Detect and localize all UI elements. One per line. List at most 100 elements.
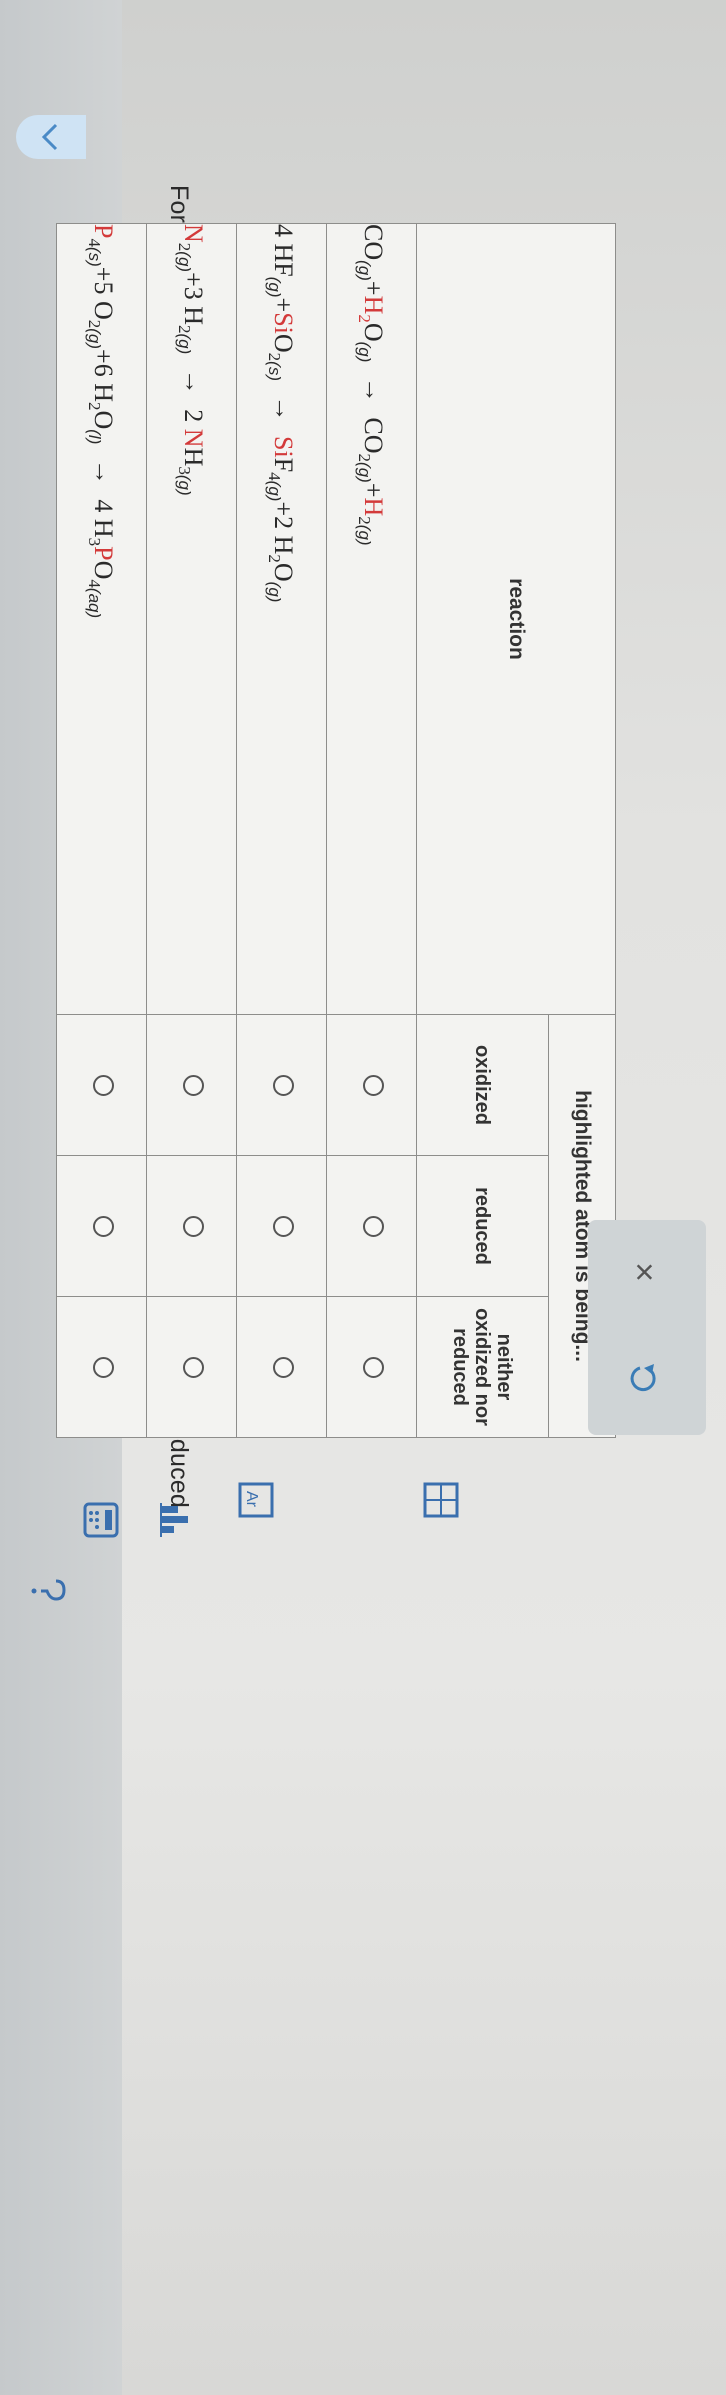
formula: F	[269, 457, 299, 473]
close-icon[interactable]: ×	[625, 1254, 663, 1290]
state: (aq)	[85, 587, 105, 619]
formula: O	[89, 300, 119, 320]
formula: HF	[269, 243, 299, 277]
chevron-down-icon	[41, 123, 58, 151]
state: (g)	[265, 581, 285, 603]
plus: +	[179, 272, 209, 287]
option-cell	[236, 1155, 327, 1297]
subscript: 3	[175, 466, 195, 475]
arrow: →	[359, 376, 389, 403]
arrow: →	[89, 458, 119, 485]
subscript: 2	[355, 453, 375, 463]
highlighted-atom: P	[89, 546, 119, 561]
calculator-icon[interactable]	[81, 1500, 121, 1540]
table-row: N2(g)+3 H2(g) → 2 NH3(g)	[146, 223, 237, 1438]
plus: +	[89, 349, 119, 364]
subscript: 2	[175, 325, 195, 334]
reaction-column-header: reaction	[416, 223, 616, 1015]
reaction-equation-3: N2(g)+3 H2(g) → 2 NH3(g)	[146, 223, 237, 1015]
option-cell	[56, 1155, 147, 1297]
radio-neither-3[interactable]	[183, 1356, 205, 1378]
highlighted-atom: H	[359, 295, 389, 315]
option-cell	[236, 1014, 327, 1156]
option-cell	[326, 1296, 417, 1438]
grid-icon[interactable]	[421, 1480, 461, 1520]
help-icon[interactable]	[21, 1575, 66, 1605]
formula: H	[89, 383, 119, 402]
radio-oxidized-1[interactable]	[363, 1074, 385, 1096]
subscript: 2	[355, 314, 375, 323]
option-cell	[326, 1014, 417, 1156]
highlighted-atom: N	[179, 224, 209, 243]
state: (g)	[355, 260, 375, 281]
coefficient: 4	[89, 499, 119, 513]
state: (s)	[265, 361, 285, 381]
formula: H	[179, 447, 209, 467]
radio-neither-1[interactable]	[363, 1356, 385, 1378]
neither-label-line-2: oxidized nor	[471, 1308, 494, 1426]
reaction-equation-2: 4 HF(g)+SiO2(s) → SiF4(g)+2 H2O(g)	[236, 223, 327, 1015]
highlighted-atom: Si	[269, 436, 299, 458]
formula: H	[269, 535, 299, 555]
coefficient: 2	[269, 516, 299, 530]
coefficient: 5	[89, 281, 119, 295]
state: (s)	[85, 246, 105, 267]
formula: H	[179, 306, 209, 326]
radio-reduced-2[interactable]	[273, 1215, 295, 1237]
subscript: 4	[265, 472, 285, 481]
subscript: 2	[85, 319, 105, 329]
option-cell	[146, 1014, 237, 1156]
state: (g)	[175, 474, 195, 496]
plus: +	[269, 501, 299, 517]
radio-neither-4[interactable]	[93, 1356, 115, 1378]
formula: O	[89, 560, 119, 580]
formula: CO	[359, 417, 389, 454]
radio-reduced-4[interactable]	[93, 1215, 115, 1237]
subscript: 2	[265, 554, 285, 563]
radio-reduced-1[interactable]	[363, 1215, 385, 1237]
coefficient: 6	[89, 363, 119, 377]
state: (g)	[355, 524, 375, 546]
option-cell	[236, 1296, 327, 1438]
radio-neither-2[interactable]	[273, 1356, 295, 1378]
radio-oxidized-3[interactable]	[183, 1074, 205, 1096]
table-row: 4 HF(g)+SiO2(s) → SiF4(g)+2 H2O(g)	[236, 223, 327, 1438]
coefficient: 3	[179, 286, 209, 300]
highlighted-atom: P	[89, 224, 119, 239]
formula: O	[359, 322, 389, 342]
reaction-equation-1: CO(g)+H2O(g) → CO2(g)+H2(g)	[326, 223, 417, 1015]
radio-reduced-3[interactable]	[183, 1215, 205, 1237]
answer-action-bar: ×	[588, 1220, 706, 1435]
formula: H	[89, 518, 119, 538]
oxidized-column-header: oxidized	[416, 1014, 549, 1156]
subscript: 4	[85, 579, 105, 588]
option-cell	[56, 1014, 147, 1156]
undo-icon[interactable]	[626, 1360, 662, 1396]
radio-oxidized-4[interactable]	[93, 1074, 115, 1096]
formula: O	[89, 410, 119, 430]
reaction-table: reaction highlighted atom is being... ox…	[56, 223, 616, 1438]
subscript: 3	[85, 537, 105, 547]
radio-oxidized-2[interactable]	[273, 1074, 295, 1096]
periodic-table-icon[interactable]: Ar	[236, 1480, 276, 1520]
subscript: 2	[355, 516, 375, 525]
highlighted-atom: N	[179, 428, 209, 448]
formula: O	[269, 333, 299, 353]
state: (g)	[175, 333, 195, 355]
state: (g)	[265, 480, 285, 502]
neither-label-line-1: neither	[493, 1333, 516, 1401]
formula: O	[269, 562, 299, 582]
state: (g)	[175, 251, 195, 273]
plus: +	[359, 482, 389, 498]
state: (g)	[85, 328, 105, 350]
table-row: P4(s)+5 O2(g)+6 H2O(l) → 4 H3PO4(aq)	[56, 223, 147, 1438]
collapse-tab[interactable]	[16, 115, 86, 159]
neither-label-line-3: reduced	[449, 1328, 472, 1406]
plus: +	[269, 297, 299, 313]
option-cell	[146, 1296, 237, 1438]
option-cell	[56, 1296, 147, 1438]
bar-chart-icon[interactable]	[156, 1500, 196, 1540]
table-row: CO(g)+H2O(g) → CO2(g)+H2(g)	[326, 223, 417, 1438]
state: (g)	[265, 276, 285, 298]
state: (g)	[355, 462, 375, 483]
